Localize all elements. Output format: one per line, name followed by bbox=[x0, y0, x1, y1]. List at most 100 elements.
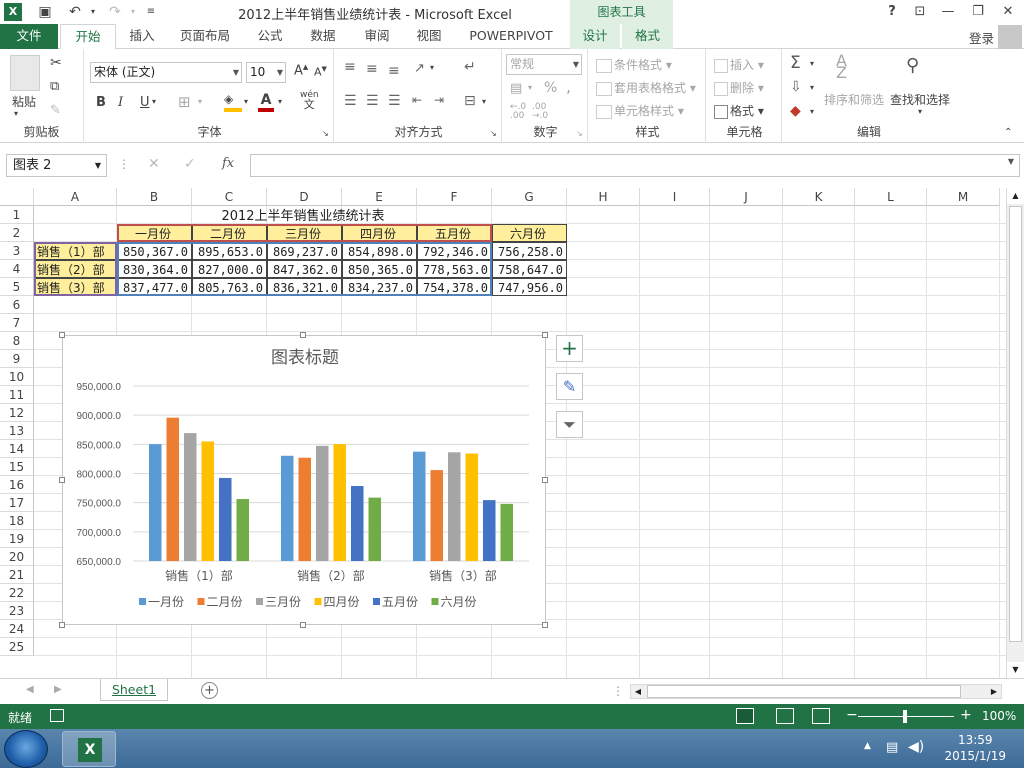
middle-align-icon[interactable]: ≡ bbox=[366, 61, 378, 77]
collapse-ribbon-icon[interactable]: ⌃ bbox=[1004, 127, 1012, 138]
vertical-scroll-thumb[interactable] bbox=[1009, 206, 1022, 642]
comma-style-button[interactable]: , bbox=[566, 77, 571, 96]
chart-resize-handle[interactable] bbox=[542, 622, 548, 628]
number-format-select[interactable]: 常规 ▼ bbox=[506, 54, 582, 75]
conditional-format-button[interactable]: 条件格式 ▾ bbox=[596, 56, 672, 73]
bold-button[interactable]: B bbox=[96, 95, 106, 110]
chart-bar[interactable] bbox=[149, 444, 162, 561]
legend-swatch[interactable] bbox=[373, 598, 380, 605]
row-header-20[interactable]: 20 bbox=[0, 548, 34, 566]
insert-cells-button[interactable]: 插入 ▾ bbox=[714, 56, 764, 73]
legend-label[interactable]: 四月份 bbox=[324, 595, 360, 609]
chart-bar[interactable] bbox=[236, 499, 250, 561]
decrease-decimal-icon[interactable]: .00 →.0 bbox=[532, 103, 548, 121]
tab-file[interactable]: 文件 bbox=[0, 24, 58, 49]
chart-bar[interactable] bbox=[483, 500, 496, 561]
column-header-d[interactable]: D bbox=[267, 188, 342, 206]
shrink-font-icon[interactable]: A▼ bbox=[314, 65, 327, 79]
chart-bar[interactable] bbox=[184, 433, 197, 561]
column-header-k[interactable]: K bbox=[783, 188, 855, 206]
scroll-left-icon[interactable]: ◀ bbox=[631, 685, 645, 698]
fill-color-dropdown-icon[interactable]: ▾ bbox=[244, 97, 248, 106]
data-cell[interactable]: 827,000.0 bbox=[192, 260, 267, 278]
select-all-corner[interactable] bbox=[0, 188, 34, 206]
tab-formulas[interactable]: 公式 bbox=[250, 24, 290, 49]
zoom-level[interactable]: 100% bbox=[982, 709, 1016, 723]
paste-dropdown-icon[interactable]: ▾ bbox=[14, 109, 18, 118]
row-header-22[interactable]: 22 bbox=[0, 584, 34, 602]
font-size-select[interactable]: 10 ▼ bbox=[246, 62, 286, 83]
legend-swatch[interactable] bbox=[431, 598, 439, 605]
grow-font-icon[interactable]: A▲ bbox=[294, 63, 308, 78]
data-cell[interactable]: 754,378.0 bbox=[417, 278, 492, 296]
tab-powerpivot[interactable]: POWERPIVOT bbox=[462, 24, 560, 49]
sheet-tab-sheet1[interactable]: Sheet1 bbox=[100, 679, 168, 701]
new-sheet-icon[interactable]: + bbox=[201, 682, 218, 699]
currency-icon[interactable]: ▤ bbox=[510, 81, 522, 96]
autosum-icon[interactable]: Σ bbox=[790, 53, 801, 73]
row-header-7[interactable]: 7 bbox=[0, 314, 34, 332]
sort-filter-button[interactable]: 排序和筛选 bbox=[824, 91, 884, 108]
zoom-slider-thumb[interactable] bbox=[903, 710, 907, 723]
chart-bar[interactable] bbox=[166, 417, 180, 561]
paste-button[interactable]: 粘贴 bbox=[12, 93, 36, 110]
column-header-e[interactable]: E bbox=[342, 188, 417, 206]
cut-icon[interactable]: ✂ bbox=[50, 55, 62, 71]
sort-filter-icon[interactable]: AZ bbox=[836, 53, 847, 81]
chart-resize-handle[interactable] bbox=[59, 622, 65, 628]
wrap-text-icon[interactable]: ↵ bbox=[464, 59, 476, 75]
font-name-select[interactable]: 宋体 (正文) ▼ bbox=[90, 62, 242, 83]
network-icon[interactable]: ▤ bbox=[886, 740, 898, 755]
chart-bar[interactable] bbox=[351, 486, 364, 561]
minimize-icon[interactable]: — bbox=[936, 2, 960, 22]
horizontal-scrollbar[interactable]: ◀ ▶ bbox=[630, 684, 1002, 699]
chart-bar[interactable] bbox=[298, 457, 312, 561]
row-header-2[interactable]: 2 bbox=[0, 224, 34, 242]
data-cell[interactable]: 805,763.0 bbox=[192, 278, 267, 296]
legend-swatch[interactable] bbox=[197, 598, 205, 605]
column-header-c[interactable]: C bbox=[192, 188, 267, 206]
underline-dropdown-icon[interactable]: ▾ bbox=[152, 97, 156, 106]
scroll-up-icon[interactable]: ▲ bbox=[1007, 188, 1024, 204]
row-header-15[interactable]: 15 bbox=[0, 458, 34, 476]
prev-sheet-icon[interactable]: ◀ bbox=[26, 684, 34, 695]
align-right-icon[interactable]: ☰ bbox=[388, 93, 401, 109]
find-select-dropdown-icon[interactable]: ▾ bbox=[918, 107, 922, 116]
row-header-8[interactable]: 8 bbox=[0, 332, 34, 350]
month-header[interactable]: 四月份 bbox=[342, 224, 417, 242]
currency-dropdown-icon[interactable]: ▾ bbox=[528, 83, 532, 92]
clear-icon[interactable]: ◆ bbox=[790, 103, 801, 119]
chart[interactable]: 图表标题 950,000.0 900,000.0 850,000.0 800,000.0… bbox=[62, 335, 546, 625]
tab-page-layout[interactable]: 页面布局 bbox=[170, 24, 240, 49]
help-button[interactable]: ? bbox=[880, 2, 904, 22]
data-cell[interactable]: 837,477.0 bbox=[117, 278, 192, 296]
month-header[interactable]: 三月份 bbox=[267, 224, 342, 242]
data-cell[interactable]: 792,346.0 bbox=[417, 242, 492, 260]
data-cell[interactable]: 895,653.0 bbox=[192, 242, 267, 260]
avatar[interactable] bbox=[998, 25, 1022, 49]
formula-bar-options-icon[interactable]: ⋮ bbox=[118, 157, 130, 171]
chart-bar[interactable] bbox=[368, 497, 382, 561]
chart-styles-brush-icon[interactable]: ✎ bbox=[556, 373, 583, 400]
month-header[interactable]: 二月份 bbox=[192, 224, 267, 242]
tab-format[interactable]: 格式 bbox=[622, 24, 673, 49]
orientation-dropdown-icon[interactable]: ▾ bbox=[430, 63, 434, 72]
tab-split-handle-icon[interactable]: ⋮ bbox=[612, 684, 624, 698]
autosum-dropdown-icon[interactable]: ▾ bbox=[810, 59, 814, 68]
bottom-align-icon[interactable]: ≡ bbox=[388, 63, 400, 79]
macro-record-icon[interactable] bbox=[50, 709, 64, 722]
font-color-dropdown-icon[interactable]: ▾ bbox=[278, 97, 282, 106]
legend-label[interactable]: 六月份 bbox=[441, 595, 477, 609]
row-header-23[interactable]: 23 bbox=[0, 602, 34, 620]
merge-dropdown-icon[interactable]: ▾ bbox=[482, 97, 486, 106]
chart-bar[interactable] bbox=[333, 444, 347, 561]
percent-button[interactable]: % bbox=[544, 80, 557, 96]
format-cells-button[interactable]: 格式 ▾ bbox=[714, 102, 764, 119]
month-header[interactable]: 一月份 bbox=[117, 224, 192, 242]
column-header-i[interactable]: I bbox=[640, 188, 710, 206]
volume-icon[interactable]: ◀) bbox=[908, 739, 924, 755]
row-header-25[interactable]: 25 bbox=[0, 638, 34, 656]
column-header-l[interactable]: L bbox=[855, 188, 927, 206]
row-header-19[interactable]: 19 bbox=[0, 530, 34, 548]
fill-icon[interactable]: ⇩ bbox=[790, 79, 802, 95]
